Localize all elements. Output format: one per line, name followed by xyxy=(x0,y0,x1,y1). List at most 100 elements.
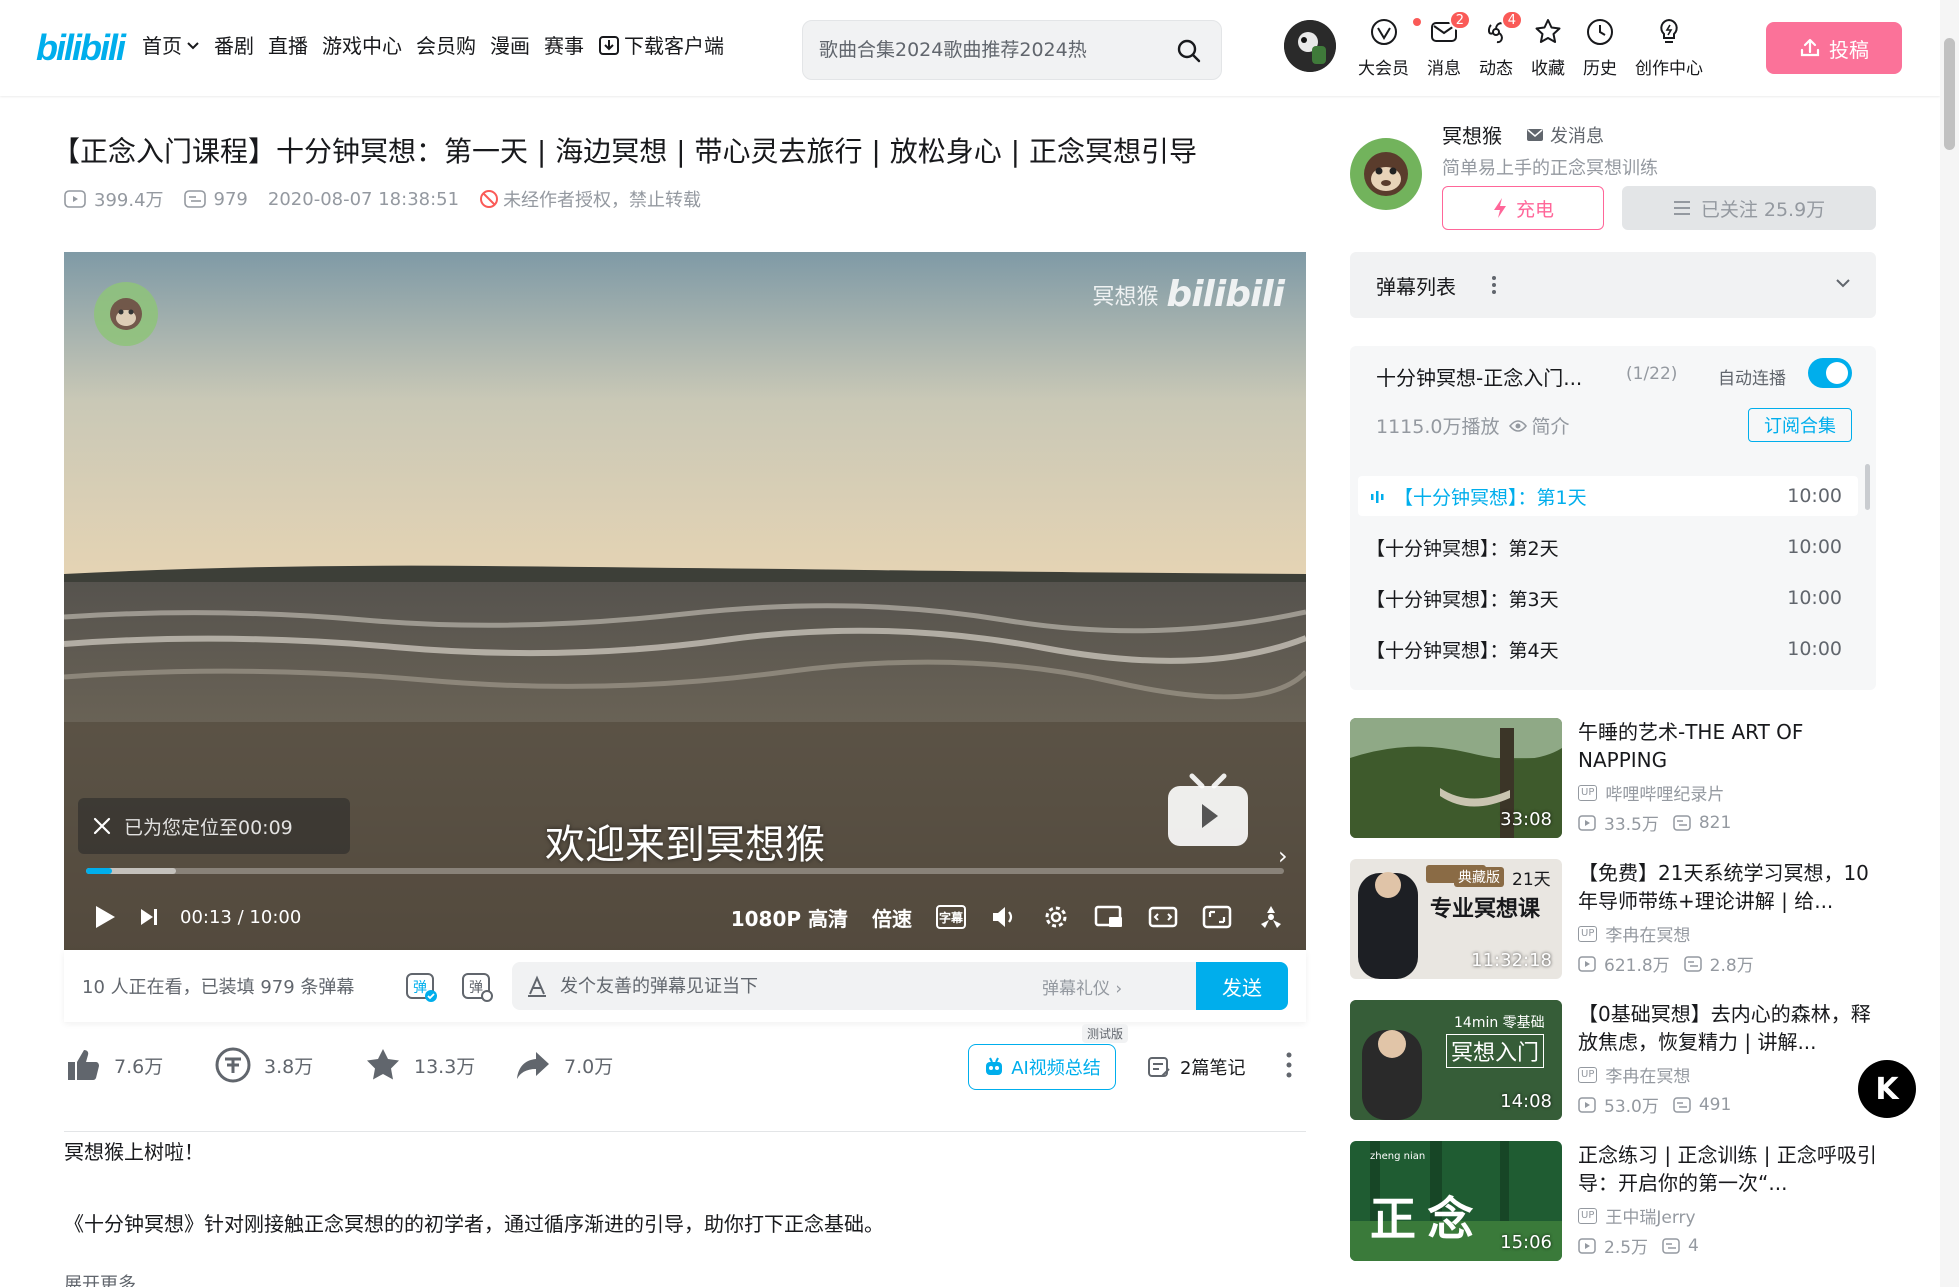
uploader-avatar[interactable] xyxy=(1350,138,1422,210)
user-avatar[interactable] xyxy=(1284,20,1336,72)
recommended-video[interactable]: 14min 零基础 冥想入门 14:08 【0基础冥想】去内心的森林，释放焦虑，恢复精… xyxy=(1350,1000,1880,1120)
page-scrollbar-thumb[interactable] xyxy=(1944,38,1955,150)
nav-item-label: 番剧 xyxy=(214,34,254,58)
danmaku-list-panel[interactable]: 弹幕列表 xyxy=(1350,252,1876,318)
recommended-title[interactable]: 【0基础冥想】去内心的森林，释放焦虑，恢复精力 | 讲解... xyxy=(1578,1000,1878,1056)
collection-intro-link[interactable]: 简介 xyxy=(1509,412,1570,439)
episode-item[interactable]: 【十分钟冥想】：第1天 10:00 xyxy=(1358,476,1858,516)
subscribe-collection-button[interactable]: 订阅合集 xyxy=(1748,408,1852,442)
recommended-title[interactable]: 午睡的艺术-THE ART OF NAPPING xyxy=(1578,718,1878,774)
like-button[interactable]: 7.6万 xyxy=(64,1046,163,1084)
beta-badge: 测试版 xyxy=(1082,1024,1129,1043)
header-entry-label: 消息 xyxy=(1427,59,1461,79)
upload-button[interactable]: 投稿 xyxy=(1766,22,1902,74)
quality-selector[interactable]: 1080P 高清 xyxy=(731,903,848,932)
next-icon[interactable] xyxy=(138,906,160,928)
episode-item[interactable]: 【十分钟冥想】：第3天 10:00 xyxy=(1358,578,1858,618)
header-entry-2[interactable]: 动态 4 xyxy=(1479,10,1523,79)
page-scrollbar[interactable] xyxy=(1940,0,1959,1287)
header-entry-4[interactable]: 历史 xyxy=(1583,16,1617,79)
text-style-icon[interactable] xyxy=(526,975,548,997)
recommended-author[interactable]: UP 哔哩哔哩纪录片 xyxy=(1578,780,1724,805)
send-danmaku-button[interactable]: 发送 xyxy=(1196,962,1288,1010)
uploader-description: 简单易上手的正念冥想训练 xyxy=(1442,158,1658,179)
video-duration: 33:08 xyxy=(1500,809,1552,830)
collection-title[interactable]: 十分钟冥想-正念入门... xyxy=(1376,362,1582,391)
danmaku-toggle-icon[interactable]: 弹 xyxy=(404,969,438,1003)
header-entry-0[interactable]: 大会员 xyxy=(1358,16,1421,79)
bilibili-logo[interactable]: bilibili xyxy=(36,22,132,70)
notes-button[interactable]: 2篇笔记 xyxy=(1146,1054,1245,1080)
header-entry-3[interactable]: 收藏 xyxy=(1531,16,1565,79)
episode-item[interactable]: 【十分钟冥想】：第4天 10:00 xyxy=(1358,629,1858,669)
nav-item-7[interactable]: 下载客户端 xyxy=(598,30,724,59)
more-vertical-icon[interactable] xyxy=(1284,1050,1294,1080)
share-button[interactable]: 7.0万 xyxy=(514,1046,613,1084)
coin-button[interactable]: 3.8万 xyxy=(214,1046,313,1084)
danmaku-etiquette-link[interactable]: 弹幕礼仪 › xyxy=(1042,974,1122,999)
follow-button[interactable]: 已关注 25.9万 xyxy=(1622,186,1876,230)
author-name: 王中瑞Jerry xyxy=(1605,1208,1696,1228)
nav-item-0[interactable]: 首页 xyxy=(142,30,200,59)
send-message-link[interactable]: 发消息 xyxy=(1526,122,1604,148)
charge-button[interactable]: 充电 xyxy=(1442,186,1604,230)
settings-gear-icon[interactable] xyxy=(1042,903,1070,931)
autoplay-toggle[interactable] xyxy=(1808,358,1852,388)
view-count: 53.0万 xyxy=(1604,1097,1659,1117)
uploader-name[interactable]: 冥想猴 xyxy=(1442,120,1502,149)
recommended-video[interactable]: zheng nian 正 念 15:06 正念练习 | 正念训练 | 正念呼吸引导：开… xyxy=(1350,1141,1880,1261)
recommended-author[interactable]: UP 王中瑞Jerry xyxy=(1578,1203,1696,1228)
search-input[interactable] xyxy=(819,35,1149,65)
volume-icon[interactable] xyxy=(990,904,1018,930)
recommended-author[interactable]: UP 李冉在冥想 xyxy=(1578,921,1690,946)
danmaku-settings-icon[interactable]: 弹 xyxy=(460,969,494,1003)
fullscreen-icon[interactable] xyxy=(1256,902,1286,932)
nav-item-6[interactable]: 赛事 xyxy=(544,30,584,59)
recommended-video[interactable]: 典藏版 21天 专业冥想课 11:32:18 【免费】21天系统学习冥想，10年导师带练… xyxy=(1350,859,1880,979)
danmaku-input[interactable] xyxy=(560,975,1030,997)
search-button[interactable] xyxy=(1171,33,1207,69)
recommended-title[interactable]: 正念练习 | 正念训练 | 正念呼吸引导：开启你的第一次“... xyxy=(1578,1141,1878,1197)
nav-item-2[interactable]: 直播 xyxy=(268,30,308,59)
floating-assistant-icon[interactable]: K xyxy=(1858,1060,1916,1118)
danmaku-count-icon xyxy=(1662,1237,1680,1254)
bilibili-tv-icon[interactable] xyxy=(1166,772,1250,848)
play-icon[interactable] xyxy=(92,903,118,931)
episode-list-scrollbar[interactable] xyxy=(1865,464,1870,510)
widescreen-icon[interactable] xyxy=(1148,904,1178,930)
header-entry-5[interactable]: 创作中心 xyxy=(1635,16,1703,79)
chevron-down-icon[interactable] xyxy=(1834,274,1852,292)
video-thumbnail[interactable]: zheng nian 正 念 15:06 xyxy=(1350,1141,1562,1261)
progress-bar[interactable] xyxy=(86,868,1284,874)
header-entry-1[interactable]: 消息 2 xyxy=(1427,10,1471,79)
video-thumbnail[interactable]: 典藏版 21天 专业冥想课 11:32:18 xyxy=(1350,859,1562,979)
more-vertical-icon[interactable] xyxy=(1490,274,1498,296)
monkey-avatar-image xyxy=(1364,152,1408,196)
recommended-video[interactable]: 33:08 午睡的艺术-THE ART OF NAPPING UP 哔哩哔哩纪录片 33… xyxy=(1350,718,1880,838)
episode-duration: 10:00 xyxy=(1787,638,1842,660)
recommended-author[interactable]: UP 李冉在冥想 xyxy=(1578,1062,1690,1087)
video-player[interactable]: 冥想猴 bilibili 已为您定位至00:09 欢迎来到冥想猴 › 00:13… xyxy=(64,252,1306,950)
video-thumbnail[interactable]: 14min 零基础 冥想入门 14:08 xyxy=(1350,1000,1562,1120)
view-count: 399.4万 xyxy=(94,190,164,211)
nav-item-5[interactable]: 漫画 xyxy=(490,30,530,59)
subtitle-toggle[interactable]: 字幕 xyxy=(936,905,966,929)
recommended-title[interactable]: 【免费】21天系统学习冥想，10年导师带练+理论讲解 | 给... xyxy=(1578,859,1878,915)
web-fullscreen-icon[interactable] xyxy=(1202,904,1232,930)
ai-summary-button[interactable]: AI视频总结 xyxy=(968,1044,1116,1090)
nav-item-3[interactable]: 游戏中心 xyxy=(322,30,402,59)
thumb-caption-b: 冥想入门 xyxy=(1446,1034,1545,1068)
nav-item-4[interactable]: 会员购 xyxy=(416,30,476,59)
picture-in-picture-icon[interactable] xyxy=(1094,904,1124,930)
side-panel-handle[interactable]: › xyxy=(1278,842,1288,870)
time-separator: / xyxy=(237,906,244,928)
favorite-button[interactable]: 13.3万 xyxy=(364,1046,475,1084)
svg-text:弹: 弹 xyxy=(413,980,427,996)
header-entry-label: 历史 xyxy=(1583,59,1617,79)
follow-label: 已关注 25.9万 xyxy=(1700,198,1826,221)
expand-description-link[interactable]: 展开更多 xyxy=(64,1270,136,1287)
speed-selector[interactable]: 倍速 xyxy=(872,903,912,932)
video-thumbnail[interactable]: 33:08 xyxy=(1350,718,1562,838)
episode-item[interactable]: 【十分钟冥想】：第2天 10:00 xyxy=(1358,527,1858,567)
nav-item-1[interactable]: 番剧 xyxy=(214,30,254,59)
